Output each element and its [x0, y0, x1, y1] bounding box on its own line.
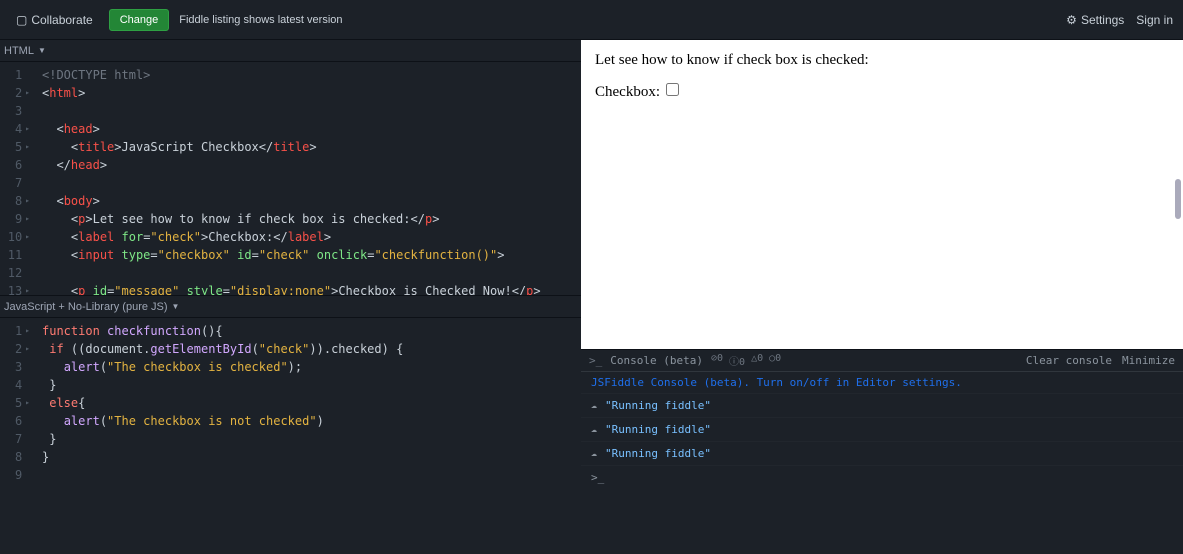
js-code[interactable]: function checkfunction(){ if ((document.…: [36, 318, 581, 554]
fiddle-listing-message: Fiddle listing shows latest version: [179, 14, 342, 26]
preview-paragraph: Let see how to know if check box is chec…: [595, 52, 1169, 69]
html-code[interactable]: <!DOCTYPE html> <html> <head> <title>Jav…: [36, 62, 581, 295]
html-pane-header[interactable]: HTML ▼: [0, 40, 581, 62]
settings-icon: ⚙: [1066, 13, 1077, 27]
html-pane: HTML ▼ 1 2▸3 4▸5▸6 7 8▸9▸10▸11 12 13▸14 …: [0, 40, 581, 296]
collaborate-label: Collaborate: [31, 13, 92, 27]
console-stats: ⊘0 ⓘ0 △0 ○0: [711, 353, 781, 368]
console-body: JSFiddle Console (beta). Turn on/off in …: [581, 372, 1183, 554]
console-header-right: Clear console Minimize: [1026, 354, 1175, 367]
clear-console-button[interactable]: Clear console: [1026, 354, 1112, 367]
js-pane: JavaScript + No-Library (pure JS) ▼ 1▸2▸…: [0, 296, 581, 554]
html-editor[interactable]: 1 2▸3 4▸5▸6 7 8▸9▸10▸11 12 13▸14 15 16 <…: [0, 62, 581, 295]
scrollbar-thumb[interactable]: [1175, 179, 1181, 219]
console-log-row: ☁ "Running fiddle": [581, 394, 1183, 418]
console-log-text: "Running fiddle": [605, 399, 711, 412]
console-header-left: >_ Console (beta) ⊘0 ⓘ0 △0 ○0: [589, 353, 781, 368]
minimize-console-button[interactable]: Minimize: [1122, 354, 1175, 367]
console-prompt-icon: >_: [589, 354, 602, 367]
chevron-down-icon: ▼: [38, 46, 46, 55]
console-header: >_ Console (beta) ⊘0 ⓘ0 △0 ○0 Clear cons…: [581, 350, 1183, 372]
console-log-row: ☁ "Running fiddle": [581, 442, 1183, 466]
js-pane-header[interactable]: JavaScript + No-Library (pure JS) ▼: [0, 296, 581, 318]
js-pane-label: JavaScript + No-Library (pure JS): [4, 301, 168, 313]
preview-checkbox[interactable]: [666, 83, 679, 96]
chevron-down-icon: ▼: [172, 302, 180, 311]
html-gutter: 1 2▸3 4▸5▸6 7 8▸9▸10▸11 12 13▸14 15 16: [0, 62, 36, 295]
html-pane-label: HTML: [4, 45, 34, 57]
signin-link[interactable]: Sign in: [1136, 13, 1173, 27]
js-gutter: 1▸2▸3 4 5▸6 7 8 9: [0, 318, 36, 554]
console-stat-error-icon: ⊘0: [711, 353, 723, 368]
cloud-icon: ☁: [591, 448, 597, 459]
console-stat-log-icon: ○0: [769, 353, 781, 368]
console-title: Console (beta): [610, 354, 703, 367]
main: HTML ▼ 1 2▸3 4▸5▸6 7 8▸9▸10▸11 12 13▸14 …: [0, 40, 1183, 554]
topbar-left: ▢ Collaborate Change Fiddle listing show…: [10, 9, 343, 31]
console-input-prompt[interactable]: >_: [581, 466, 1183, 489]
console-log-text: "Running fiddle": [605, 447, 711, 460]
preview-pane[interactable]: Let see how to know if check box is chec…: [581, 40, 1183, 350]
topbar-right: ⚙ Settings Sign in: [1066, 13, 1173, 27]
topbar: ▢ Collaborate Change Fiddle listing show…: [0, 0, 1183, 40]
collaborate-icon: ▢: [16, 13, 27, 27]
console-stat-warn-icon: △0: [751, 353, 763, 368]
cloud-icon: ☁: [591, 400, 597, 411]
preview-checkbox-label: Checkbox:: [595, 84, 660, 100]
left-column: HTML ▼ 1 2▸3 4▸5▸6 7 8▸9▸10▸11 12 13▸14 …: [0, 40, 581, 554]
collaborate-button[interactable]: ▢ Collaborate: [10, 9, 99, 31]
console-info: JSFiddle Console (beta). Turn on/off in …: [581, 372, 1183, 394]
console-log-row: ☁ "Running fiddle": [581, 418, 1183, 442]
right-column: Let see how to know if check box is chec…: [581, 40, 1183, 554]
settings-link[interactable]: ⚙ Settings: [1066, 13, 1124, 27]
js-editor[interactable]: 1▸2▸3 4 5▸6 7 8 9 function checkfunction…: [0, 318, 581, 554]
change-button[interactable]: Change: [109, 9, 170, 31]
console-stat-info-icon: ⓘ0: [729, 353, 745, 368]
console-pane: >_ Console (beta) ⊘0 ⓘ0 △0 ○0 Clear cons…: [581, 350, 1183, 554]
settings-label: Settings: [1081, 13, 1124, 27]
console-log-text: "Running fiddle": [605, 423, 711, 436]
cloud-icon: ☁: [591, 424, 597, 435]
preview-checkbox-row: Checkbox:: [595, 83, 1169, 101]
